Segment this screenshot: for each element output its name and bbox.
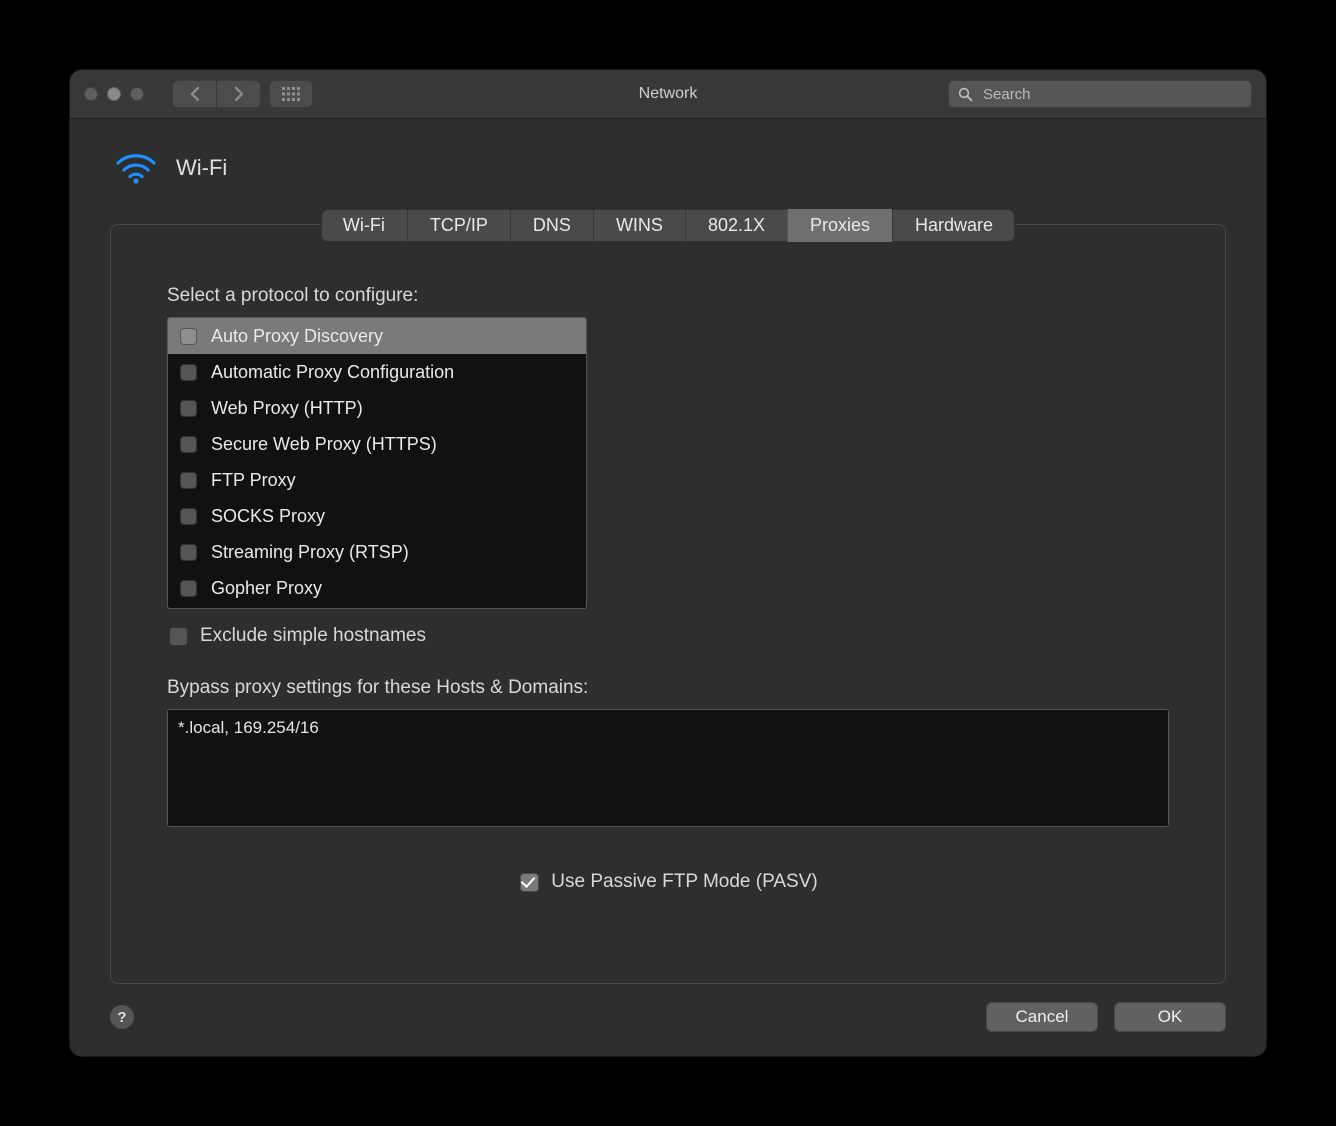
passive-ftp-label: Use Passive FTP Mode (PASV) xyxy=(551,871,817,893)
tab-tcpip[interactable]: TCP/IP xyxy=(407,209,510,242)
minimize-window-button[interactable] xyxy=(107,87,121,101)
titlebar: Network xyxy=(70,70,1266,119)
protocol-row-auto-discovery[interactable]: Auto Proxy Discovery xyxy=(168,318,586,354)
settings-tabs: Wi-Fi TCP/IP DNS WINS 802.1X Proxies Har… xyxy=(321,209,1015,242)
tab-wifi[interactable]: Wi-Fi xyxy=(321,209,407,242)
chevron-right-icon xyxy=(234,86,245,102)
network-preferences-window: Network Wi-Fi Wi-Fi TCP/IP DNS xyxy=(70,70,1266,1056)
grid-icon xyxy=(282,87,300,101)
protocol-checkbox[interactable] xyxy=(180,328,197,345)
cancel-button[interactable]: Cancel xyxy=(986,1002,1098,1032)
interface-name: Wi-Fi xyxy=(176,155,227,181)
exclude-simple-hostnames-row[interactable]: Exclude simple hostnames xyxy=(169,625,1169,647)
window-controls xyxy=(84,87,144,101)
protocol-label: Automatic Proxy Configuration xyxy=(211,362,454,383)
exclude-simple-hostnames-label: Exclude simple hostnames xyxy=(200,625,426,647)
protocol-checkbox[interactable] xyxy=(180,436,197,453)
protocol-checkbox[interactable] xyxy=(180,544,197,561)
back-button[interactable] xyxy=(172,80,216,108)
tab-8021x[interactable]: 802.1X xyxy=(685,209,787,242)
ok-button[interactable]: OK xyxy=(1114,1002,1226,1032)
history-nav xyxy=(172,80,261,108)
tab-hardware[interactable]: Hardware xyxy=(892,209,1015,242)
protocol-row-rtsp-proxy[interactable]: Streaming Proxy (RTSP) xyxy=(168,534,586,570)
proxies-panel: Select a protocol to configure: Auto Pro… xyxy=(110,224,1226,984)
protocol-row-secure-web-proxy[interactable]: Secure Web Proxy (HTTPS) xyxy=(168,426,586,462)
protocol-row-ftp-proxy[interactable]: FTP Proxy xyxy=(168,462,586,498)
tab-wins[interactable]: WINS xyxy=(593,209,685,242)
show-all-button[interactable] xyxy=(269,80,313,108)
search-field[interactable] xyxy=(948,80,1252,108)
bypass-label: Bypass proxy settings for these Hosts & … xyxy=(167,677,1169,699)
exclude-simple-hostnames-checkbox[interactable] xyxy=(169,627,188,646)
search-input[interactable] xyxy=(981,85,1242,104)
protocol-checkbox[interactable] xyxy=(180,400,197,417)
passive-ftp-checkbox[interactable] xyxy=(520,873,539,892)
select-protocol-label: Select a protocol to configure: xyxy=(167,285,1169,307)
tab-proxies[interactable]: Proxies xyxy=(787,209,892,242)
help-button[interactable]: ? xyxy=(110,1005,134,1029)
interface-header: Wi-Fi xyxy=(114,151,1226,185)
toolbar-nav xyxy=(172,80,313,108)
passive-ftp-row[interactable]: Use Passive FTP Mode (PASV) xyxy=(520,871,817,893)
protocol-list[interactable]: Auto Proxy Discovery Automatic Proxy Con… xyxy=(167,317,587,609)
protocol-label: FTP Proxy xyxy=(211,470,296,491)
search-icon xyxy=(958,87,973,102)
protocol-label: Auto Proxy Discovery xyxy=(211,326,383,347)
protocol-checkbox[interactable] xyxy=(180,580,197,597)
protocol-checkbox[interactable] xyxy=(180,472,197,489)
protocol-label: Streaming Proxy (RTSP) xyxy=(211,542,409,563)
tab-dns[interactable]: DNS xyxy=(510,209,593,242)
close-window-button[interactable] xyxy=(84,87,98,101)
protocol-row-auto-config[interactable]: Automatic Proxy Configuration xyxy=(168,354,586,390)
bypass-hosts-textarea[interactable] xyxy=(167,709,1169,827)
protocol-label: Web Proxy (HTTP) xyxy=(211,398,363,419)
chevron-left-icon xyxy=(189,86,200,102)
forward-button[interactable] xyxy=(216,80,261,108)
protocol-label: SOCKS Proxy xyxy=(211,506,325,527)
protocol-row-gopher-proxy[interactable]: Gopher Proxy xyxy=(168,570,586,606)
content-area: Wi-Fi Wi-Fi TCP/IP DNS WINS 802.1X Proxi… xyxy=(70,119,1266,1056)
protocol-row-socks-proxy[interactable]: SOCKS Proxy xyxy=(168,498,586,534)
zoom-window-button[interactable] xyxy=(130,87,144,101)
protocol-checkbox[interactable] xyxy=(180,508,197,525)
protocol-checkbox[interactable] xyxy=(180,364,197,381)
protocol-label: Secure Web Proxy (HTTPS) xyxy=(211,434,437,455)
protocol-row-web-proxy[interactable]: Web Proxy (HTTP) xyxy=(168,390,586,426)
footer: ? Cancel OK xyxy=(110,1002,1226,1032)
protocol-label: Gopher Proxy xyxy=(211,578,322,599)
wifi-icon xyxy=(114,151,158,185)
